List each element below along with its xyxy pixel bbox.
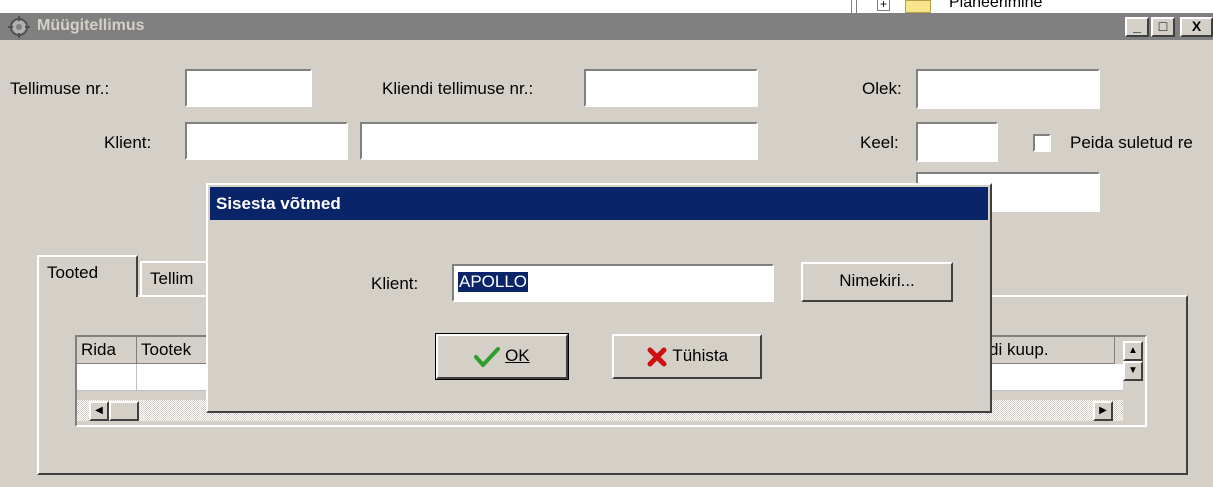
order-window-titlebar[interactable]: Müügitellimus _ □ X (0, 13, 1213, 40)
column-header-label: di kuup. (989, 340, 1049, 359)
red-x-icon (647, 347, 667, 367)
column-header-rida[interactable]: Rida (77, 337, 137, 364)
status-field[interactable] (916, 69, 1100, 109)
table-cell-divider (136, 364, 137, 390)
column-header-label: Tootek (141, 340, 192, 359)
cancel-button[interactable]: Tühista (612, 334, 762, 379)
column-header-label: Rida (81, 340, 116, 359)
scroll-up-button[interactable]: ▲ (1123, 341, 1143, 361)
enter-keys-dialog: Sisesta võtmed Klient: APOLLO Nimekiri..… (206, 183, 992, 413)
folder-icon (905, 0, 931, 13)
language-field[interactable] (916, 122, 998, 162)
list-button-label: Nimekiri... (839, 271, 915, 290)
cancel-button-label: Tühista (672, 346, 729, 365)
dialog-client-value: APOLLO (458, 272, 529, 292)
hide-closed-checkbox[interactable] (1033, 134, 1051, 152)
tab-label: Tooted (47, 263, 99, 282)
client-order-no-label: Kliendi tellimuse nr.: (382, 79, 534, 98)
tree-expand-icon[interactable]: + (877, 0, 890, 11)
minimize-button[interactable]: _ (1125, 17, 1149, 37)
hide-closed-label: Peida suletud re (1070, 133, 1193, 152)
maximize-button[interactable]: □ (1151, 17, 1175, 37)
close-button[interactable]: X (1180, 17, 1213, 37)
tree-item-label: Planeerimine (949, 0, 1043, 11)
order-window-title: Müügitellimus (37, 17, 145, 34)
list-button[interactable]: Nimekiri... (801, 262, 953, 302)
client-order-no-field[interactable] (584, 69, 758, 107)
status-label: Olek: (862, 79, 902, 98)
app-gear-icon (8, 16, 30, 38)
ok-button[interactable]: OK (435, 333, 569, 380)
checkmark-icon (474, 346, 501, 367)
tab-tooted[interactable]: Tooted (37, 255, 138, 297)
scroll-down-button[interactable]: ▼ (1123, 361, 1143, 381)
dialog-title: Sisesta võtmed (216, 194, 341, 213)
language-label: Keel: (860, 133, 899, 152)
tab-label: Tellim (150, 269, 194, 288)
order-no-field[interactable] (185, 69, 312, 107)
dialog-titlebar[interactable]: Sisesta võtmed (210, 187, 988, 220)
column-header-kuup[interactable]: di kuup. (985, 337, 1115, 364)
dialog-client-field[interactable]: APOLLO (452, 264, 774, 302)
ok-button-label: OK (505, 346, 530, 365)
scroll-thumb[interactable] (109, 401, 139, 421)
client-name-field[interactable] (360, 122, 758, 160)
scroll-left-button[interactable]: ◀ (89, 401, 109, 421)
client-label: Klient: (104, 133, 152, 152)
tree-line (851, 0, 857, 13)
order-no-label: Tellimuse nr.: (10, 79, 110, 98)
dialog-client-label: Klient: (371, 274, 419, 293)
scroll-right-button[interactable]: ▶ (1093, 401, 1113, 421)
client-code-field[interactable] (185, 122, 348, 160)
